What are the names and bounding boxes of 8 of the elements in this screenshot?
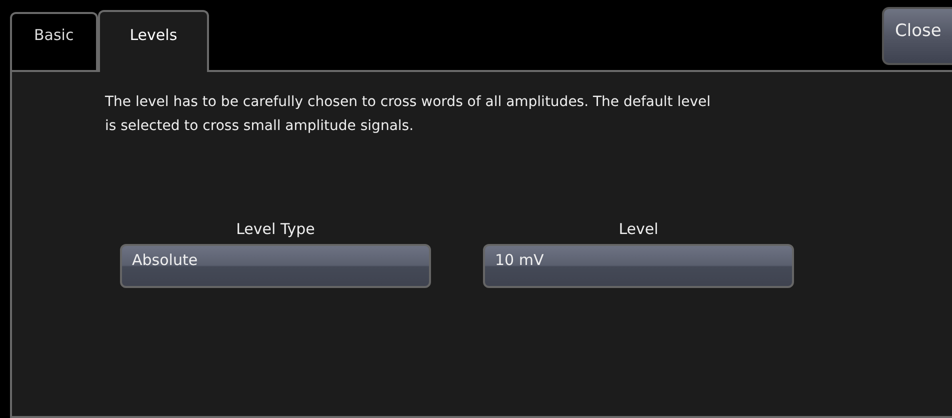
input-field[interactable]: Absolute: [120, 244, 431, 288]
description-text: The level has to be carefully chosen to cross words of all amplitudes. The default level is selected to cross small amplitude signals.: [105, 93, 712, 136]
tab[interactable]: Basic: [10, 12, 98, 70]
input-field[interactable]: 10 mV: [483, 244, 794, 288]
field-label: Level Type: [236, 220, 315, 238]
field-label: Level: [618, 220, 658, 238]
close-button[interactable]: Close: [882, 7, 952, 65]
tab[interactable]: Levels: [98, 10, 210, 72]
